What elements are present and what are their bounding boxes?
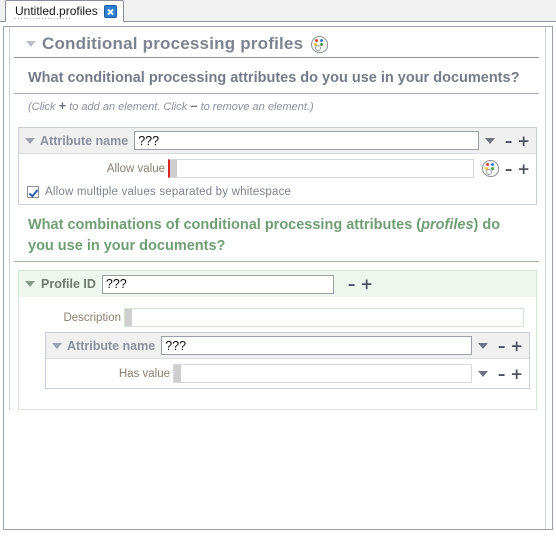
attribute-name-value: ??? (138, 133, 160, 148)
chevron-down-icon[interactable] (484, 137, 495, 144)
allow-value-input[interactable] (168, 159, 474, 178)
has-value-row: Has value – + (46, 359, 529, 388)
editor-frame: Conditional processing profiles What con… (3, 26, 553, 530)
remove-element-button[interactable]: – (348, 277, 356, 292)
nested-attribute-block: Attribute name ??? – + Has value – + (45, 332, 530, 389)
remove-element-button[interactable]: – (505, 161, 513, 176)
profile-id-label: Profile ID (41, 277, 96, 291)
allow-multiple-values-label: Allow multiple values separated by white… (45, 186, 292, 198)
question-heading-profiles: What combinations of conditional process… (14, 205, 539, 262)
allow-value-label: Allow value (106, 162, 165, 175)
nesting-rule (9, 27, 10, 410)
hint-text: (Click + to add an element. Click – to r… (14, 94, 545, 121)
hint-prefix: (Click (28, 101, 59, 113)
allow-multiple-values-checkbox[interactable] (27, 186, 39, 198)
attribute-name-row: Attribute name ??? – + (19, 128, 536, 154)
text-caret-icon (170, 160, 177, 177)
nested-attribute-actions: – + (498, 338, 523, 353)
heading-text-part1: What combinations of conditional process… (28, 217, 422, 233)
triangle-down-icon[interactable] (25, 281, 35, 287)
attribute-name-input[interactable]: ??? (134, 131, 479, 150)
attribute-name-label: Attribute name (40, 133, 129, 148)
hint-minus-icon: – (190, 98, 198, 113)
add-element-button[interactable]: + (517, 133, 530, 148)
allow-value-row: Allow value – + (19, 154, 536, 183)
triangle-down-icon[interactable] (52, 342, 62, 349)
add-element-button[interactable]: + (517, 161, 530, 176)
add-element-button[interactable]: + (510, 338, 523, 353)
attribute-row-actions: – + (505, 133, 530, 148)
palette-icon[interactable] (481, 160, 499, 177)
remove-element-button[interactable]: – (498, 338, 506, 353)
add-element-button[interactable]: + (360, 277, 373, 292)
palette-icon[interactable] (311, 35, 329, 53)
chevron-down-icon[interactable] (477, 370, 488, 377)
nested-attribute-name-input[interactable]: ??? (161, 336, 472, 355)
hint-middle: to add an element. Click (66, 101, 191, 113)
description-label: Description (63, 311, 121, 324)
profile-id-row: Profile ID ??? – + (19, 271, 536, 297)
profile-block: Profile ID ??? – + Description Attribute… (18, 270, 537, 410)
remove-element-button[interactable]: – (505, 133, 513, 148)
tab-label: Untitled.profiles (15, 4, 98, 18)
text-caret-icon (125, 309, 132, 326)
heading-emphasis: profiles (421, 217, 474, 233)
remove-element-button[interactable]: – (498, 366, 506, 381)
allow-value-actions: – + (505, 161, 530, 176)
attribute-block: Attribute name ??? – + Allow value – + A… (18, 127, 537, 205)
vertical-scrollbar[interactable] (545, 27, 552, 529)
tab-bar: Untitled.profiles (0, 0, 556, 22)
add-element-button[interactable]: + (510, 366, 523, 381)
nested-attribute-name-row: Attribute name ??? – + (46, 333, 529, 359)
profile-id-value: ??? (105, 277, 127, 291)
profile-id-input[interactable]: ??? (101, 274, 334, 294)
description-input[interactable] (124, 308, 524, 327)
page-title: Conditional processing profiles (42, 34, 304, 53)
has-value-actions: – + (498, 366, 523, 381)
nested-attribute-name-label: Attribute name (67, 338, 156, 353)
description-row: Description (19, 303, 536, 332)
tab-drag-dots-icon (14, 17, 72, 20)
profile-body: Description Attribute name ??? – + Has v… (19, 297, 536, 389)
has-value-input[interactable] (173, 364, 472, 383)
form-body: Conditional processing profiles What con… (4, 27, 545, 410)
document-title-row: Conditional processing profiles (14, 27, 539, 58)
profile-row-actions: – + (348, 277, 373, 292)
allow-multiple-values-row[interactable]: Allow multiple values separated by white… (19, 183, 536, 204)
hint-suffix: to remove an element.) (197, 101, 314, 113)
triangle-down-icon[interactable] (25, 137, 35, 144)
triangle-down-icon[interactable] (26, 41, 36, 47)
nested-attribute-name-value: ??? (165, 338, 187, 353)
chevron-down-icon[interactable] (477, 342, 488, 349)
scrollbar-thumb[interactable] (547, 27, 551, 529)
question-heading-attributes: What conditional processing attributes d… (14, 58, 539, 94)
text-caret-icon (174, 365, 181, 382)
close-icon[interactable] (103, 4, 117, 18)
form-scroll-area: Conditional processing profiles What con… (4, 27, 545, 529)
has-value-label: Has value (118, 367, 170, 380)
